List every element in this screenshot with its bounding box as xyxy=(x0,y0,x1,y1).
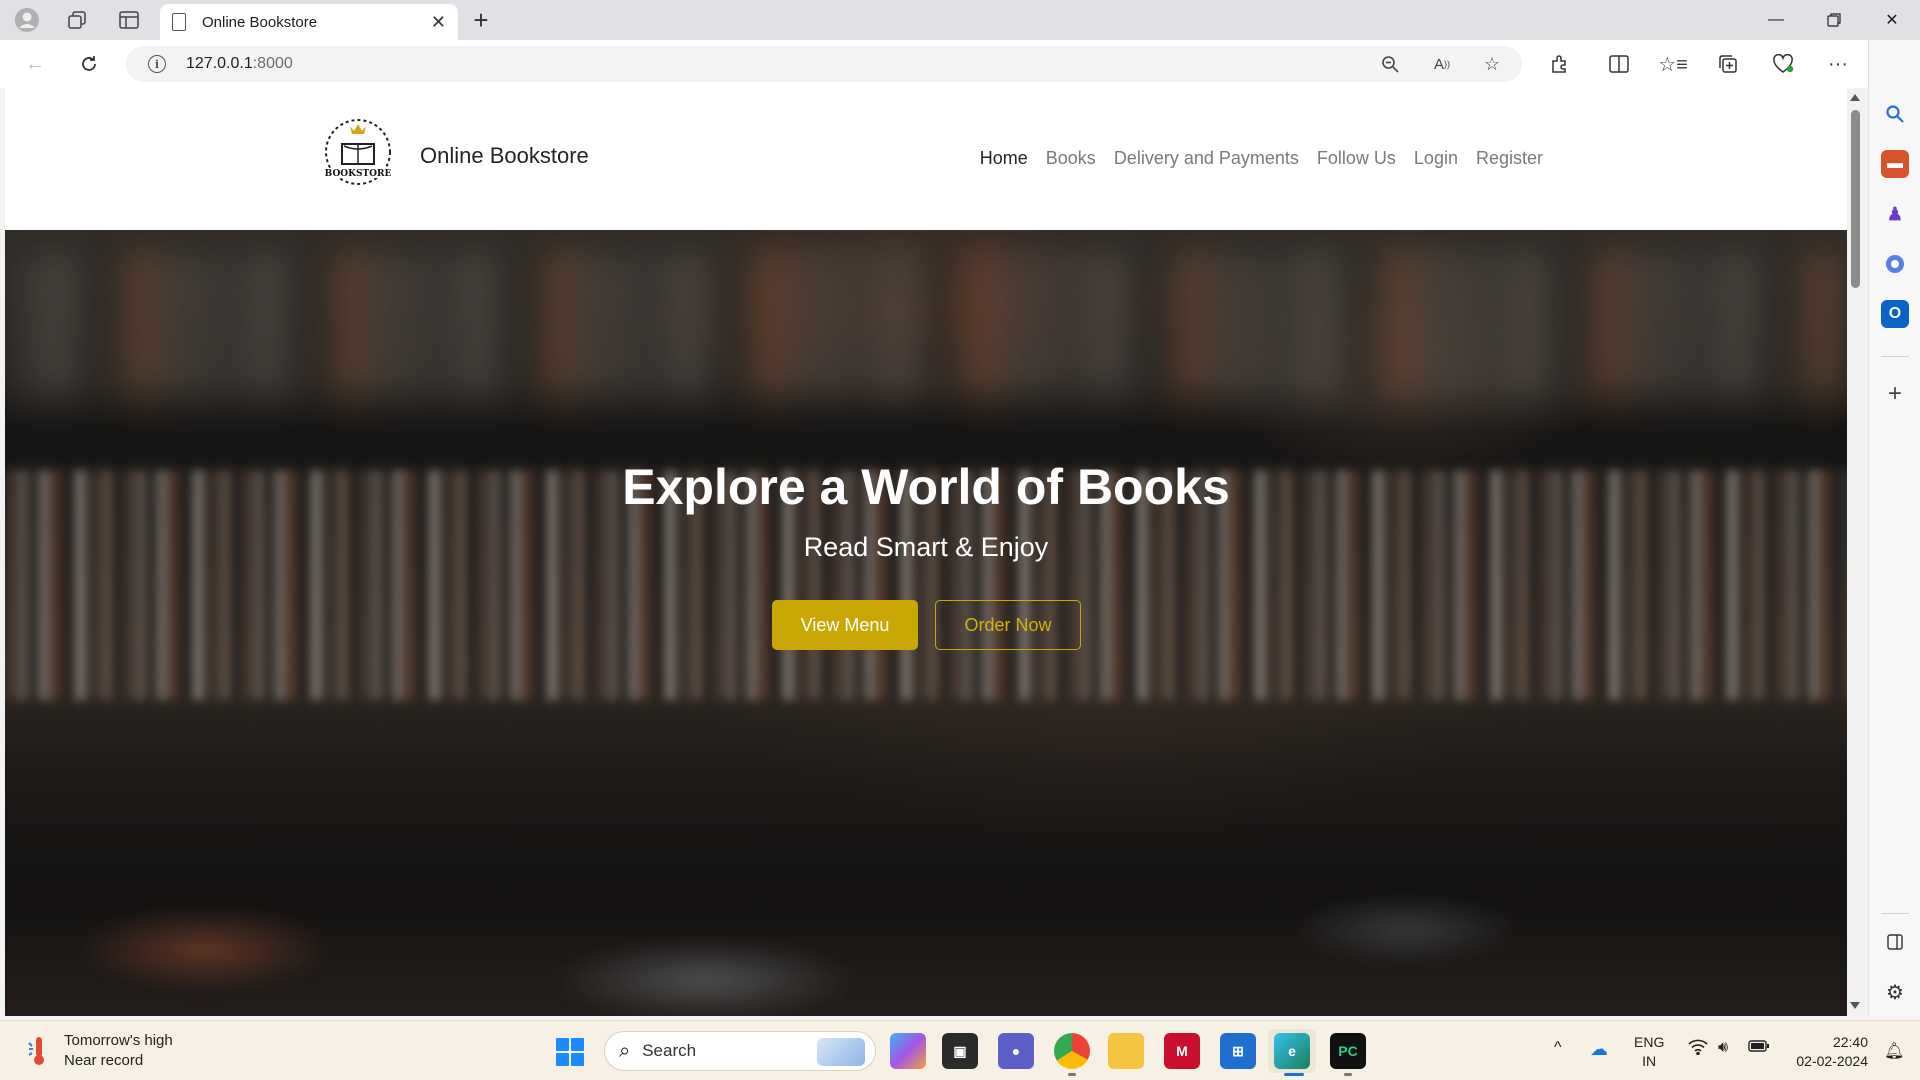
battery-icon[interactable] xyxy=(1748,1039,1770,1058)
close-tab-icon[interactable]: ✕ xyxy=(431,12,446,33)
search-icon: ⌕ xyxy=(619,1039,631,1062)
extensions-icon[interactable] xyxy=(1543,48,1577,80)
page-scrollbar[interactable] xyxy=(1847,88,1864,1016)
input-language[interactable]: ENG IN xyxy=(1634,1033,1664,1071)
bookstore-logo[interactable]: BOOKSTORE xyxy=(320,116,396,196)
edge-icon[interactable]: e xyxy=(1274,1033,1310,1069)
profile-icon[interactable] xyxy=(8,6,46,34)
copilot-preview-app-icon[interactable] xyxy=(890,1033,926,1069)
taskbar-search[interactable]: ⌕ Search xyxy=(604,1031,876,1071)
scroll-up-icon[interactable] xyxy=(1850,94,1860,101)
scrollbar-thumb[interactable] xyxy=(1851,110,1860,288)
browser-essentials-icon[interactable] xyxy=(1766,48,1800,80)
svg-text:BOOKSTORE: BOOKSTORE xyxy=(325,169,392,179)
view-menu-button[interactable]: View Menu xyxy=(772,600,918,650)
sidebar-tools-icon[interactable]: ▬ xyxy=(1881,150,1909,178)
search-label: Search xyxy=(642,1041,697,1060)
site-brand[interactable]: Online Bookstore xyxy=(420,143,589,169)
microsoft-store-icon[interactable]: ⊞ xyxy=(1220,1033,1256,1069)
mcafee-icon[interactable]: M xyxy=(1164,1033,1200,1069)
sidebar-m365-icon[interactable] xyxy=(1881,250,1909,278)
zoom-icon[interactable] xyxy=(1376,50,1404,78)
site-header: BOOKSTORE Online Bookstore Home Books De… xyxy=(5,88,1847,230)
browser-toolbar: ← i 127.0.0.1:8000 A)) ☆ ☆≡ ··· xyxy=(0,40,1920,88)
nav-register[interactable]: Register xyxy=(1476,148,1543,169)
hero-subtitle: Read Smart & Enjoy xyxy=(803,532,1049,562)
nav-login[interactable]: Login xyxy=(1414,148,1458,169)
main-nav: Home Books Delivery and Payments Follow … xyxy=(962,148,1543,169)
order-now-button[interactable]: Order Now xyxy=(935,600,1081,650)
workspaces-icon[interactable] xyxy=(58,6,96,34)
sidebar-add-icon[interactable]: + xyxy=(1881,380,1909,408)
chrome-icon[interactable] xyxy=(1054,1033,1090,1069)
sidebar-divider-bottom xyxy=(1881,913,1909,914)
close-window-icon[interactable]: ✕ xyxy=(1864,0,1920,40)
favorite-star-icon[interactable]: ☆ xyxy=(1478,50,1506,78)
restore-icon[interactable] xyxy=(1806,0,1862,40)
minimize-icon[interactable]: — xyxy=(1748,0,1804,40)
read-aloud-icon[interactable]: A)) xyxy=(1428,50,1456,78)
collections-icon[interactable] xyxy=(1711,48,1745,80)
search-highlight-image xyxy=(817,1038,865,1066)
wifi-icon[interactable] xyxy=(1688,1039,1708,1060)
page-icon xyxy=(172,13,186,31)
nav-delivery-payments[interactable]: Delivery and Payments xyxy=(1114,148,1299,169)
start-button[interactable] xyxy=(556,1038,584,1066)
address-url: 127.0.0.1:8000 xyxy=(186,55,293,72)
onedrive-icon[interactable]: ☁ xyxy=(1590,1039,1608,1060)
nav-home[interactable]: Home xyxy=(980,148,1028,169)
browser-tab[interactable]: Online Bookstore ✕ xyxy=(160,4,458,40)
show-hidden-icons-icon[interactable]: ^ xyxy=(1554,1039,1562,1057)
notifications-bell-icon[interactable]: 🔔︎ xyxy=(1884,1041,1904,1061)
hero-section: Explore a World of Books Read Smart & En… xyxy=(5,230,1847,1016)
thermometer-icon[interactable] xyxy=(28,1035,50,1067)
sidebar-games-icon[interactable]: ♟ xyxy=(1881,200,1909,228)
file-explorer-icon[interactable] xyxy=(1108,1033,1144,1069)
more-options-icon[interactable]: ··· xyxy=(1821,48,1855,80)
volume-icon[interactable]: 🔊︎ xyxy=(1718,1039,1728,1057)
refresh-icon[interactable] xyxy=(72,48,106,80)
scroll-down-icon[interactable] xyxy=(1850,1002,1860,1009)
new-tab-button[interactable]: + xyxy=(466,5,496,35)
hero-title: Explore a World of Books xyxy=(622,459,1230,515)
split-screen-icon[interactable] xyxy=(1602,48,1636,80)
task-view-icon[interactable]: ▣ xyxy=(942,1033,978,1069)
tab-strip: Online Bookstore ✕ + — ✕ xyxy=(0,0,1920,40)
weather-title[interactable]: Tomorrow's high xyxy=(64,1032,173,1049)
taskbar: Tomorrow's high Near record ⌕ Search ▣ ●… xyxy=(0,1020,1920,1080)
pycharm-icon[interactable]: PC xyxy=(1330,1033,1366,1069)
weather-subtitle[interactable]: Near record xyxy=(64,1052,143,1069)
teams-chat-icon[interactable]: ● xyxy=(998,1033,1034,1069)
taskbar-clock[interactable]: 22:40 02-02-2024 xyxy=(1784,1033,1868,1071)
nav-follow-us[interactable]: Follow Us xyxy=(1317,148,1396,169)
sidebar-settings-icon[interactable]: ⚙ xyxy=(1881,978,1909,1006)
sidebar-outlook-icon[interactable]: O xyxy=(1881,300,1909,328)
tab-title: Online Bookstore xyxy=(202,13,318,31)
sidebar-search-icon[interactable] xyxy=(1881,100,1909,128)
back-icon[interactable]: ← xyxy=(18,48,52,80)
favorites-icon[interactable]: ☆≡ xyxy=(1656,48,1690,80)
edge-sidebar: ▬ ♟ O + ⚙ xyxy=(1868,40,1920,1016)
hide-sidebar-icon[interactable] xyxy=(1881,928,1909,956)
sidebar-divider xyxy=(1881,356,1909,357)
vertical-tabs-icon[interactable] xyxy=(110,6,148,34)
site-info-icon[interactable]: i xyxy=(148,55,166,73)
nav-books[interactable]: Books xyxy=(1046,148,1096,169)
address-bar[interactable]: i 127.0.0.1:8000 A)) ☆ xyxy=(126,46,1522,82)
page-viewport: BOOKSTORE Online Bookstore Home Books De… xyxy=(5,88,1847,1016)
